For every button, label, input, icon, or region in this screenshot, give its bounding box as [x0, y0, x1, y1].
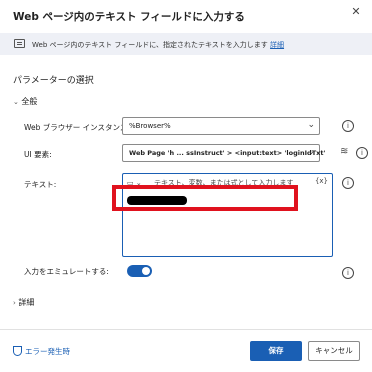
- browser-value: %Browser%: [129, 122, 171, 130]
- text-label: テキスト:: [24, 180, 57, 189]
- browser-label: Web ブラウザー インスタンス:: [24, 123, 130, 132]
- chevron-right-icon: ›: [13, 299, 16, 307]
- info-icon[interactable]: i: [356, 147, 368, 159]
- ui-element-dropdown[interactable]: Web Page 'h ... ssInstruct' > <input:tex…: [122, 144, 325, 162]
- emulate-toggle[interactable]: [127, 265, 152, 277]
- browser-dropdown[interactable]: %Browser% ⌄: [122, 117, 320, 135]
- shield-icon: [13, 346, 22, 356]
- dialog-title: Web ページ内のテキスト フィールドに入力する: [13, 11, 245, 23]
- save-button[interactable]: 保存: [250, 341, 302, 361]
- banner-description: Web ページ内のテキスト フィールドに、指定されたテキストを入力します: [32, 41, 268, 49]
- cancel-button[interactable]: キャンセル: [308, 341, 360, 361]
- divider: [0, 329, 372, 330]
- chevron-down-icon: ⌄: [13, 98, 19, 106]
- chevron-down-icon: ⌄: [307, 120, 315, 130]
- banner-text: Web ページ内のテキスト フィールドに、指定されたテキストを入力します 詳細: [32, 40, 284, 50]
- text-field-icon: [14, 39, 25, 48]
- ui-element-value: Web Page 'h ... ssInstruct' > <input:tex…: [129, 149, 326, 157]
- ui-element-label: UI 要素:: [24, 150, 52, 159]
- on-error-link[interactable]: エラー発生時: [13, 346, 70, 357]
- close-icon[interactable]: ✕: [350, 6, 362, 18]
- variable-button[interactable]: {x}: [315, 177, 328, 185]
- group-general-header[interactable]: ⌄ 全般: [13, 96, 37, 107]
- group-general-label: 全般: [21, 97, 38, 106]
- group-details-label: 詳細: [18, 298, 35, 307]
- info-icon[interactable]: i: [342, 120, 354, 132]
- info-icon[interactable]: i: [342, 267, 354, 279]
- info-icon[interactable]: i: [342, 177, 354, 189]
- highlight-box: [112, 185, 298, 211]
- section-title: パラメーターの選択: [13, 76, 94, 86]
- layers-icon[interactable]: ≋: [340, 146, 351, 157]
- group-details-header[interactable]: › 詳細: [13, 297, 34, 308]
- emulate-label: 入力をエミュレートする:: [24, 267, 109, 276]
- details-link[interactable]: 詳細: [270, 41, 284, 49]
- on-error-label: エラー発生時: [25, 347, 70, 356]
- chevron-down-icon: ⌄: [307, 147, 315, 157]
